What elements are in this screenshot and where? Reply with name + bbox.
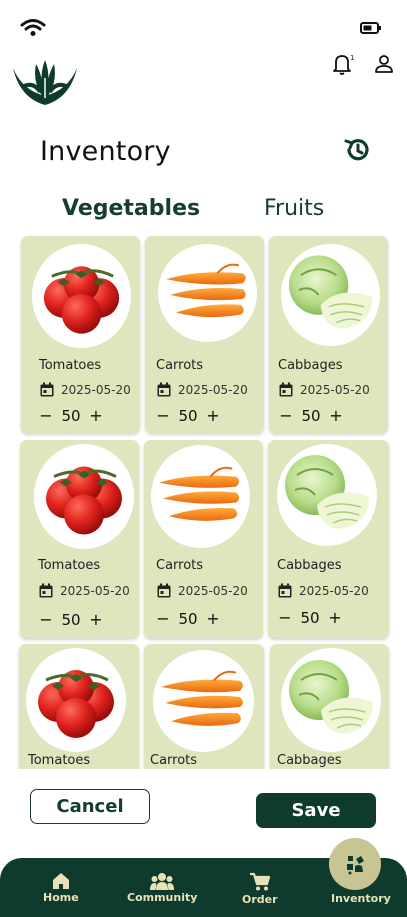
notification-count: 1 (350, 54, 355, 62)
calendar-icon (279, 382, 293, 397)
nav-label: Home (43, 891, 79, 904)
inventory-card[interactable]: Tomatoes 2025-05-20 − 50 + (21, 236, 140, 433)
tab-fruits[interactable]: Fruits (264, 196, 324, 221)
tomato-image (26, 648, 126, 752)
increment-button[interactable]: + (327, 608, 343, 627)
carrot-image (153, 650, 254, 752)
item-name: Tomatoes (39, 358, 102, 373)
calendar-icon (40, 382, 54, 397)
date-row: 2025-05-20 (156, 382, 248, 398)
increment-button[interactable]: + (328, 406, 344, 425)
date-row: 2025-05-20 (38, 583, 130, 599)
item-name: Carrots (150, 753, 198, 768)
quantity-stepper: − 50 + (277, 608, 343, 627)
carrot-image (151, 445, 250, 548)
item-date: 2025-05-20 (178, 383, 248, 397)
item-name: Tomatoes (38, 558, 101, 573)
increment-button[interactable]: + (88, 406, 104, 425)
decrement-button[interactable]: − (38, 610, 54, 629)
inventory-card[interactable]: Cabbages 2025-05-20 − 50 + (269, 236, 388, 433)
decrement-button[interactable]: − (277, 608, 293, 627)
calendar-icon (157, 583, 171, 598)
save-button[interactable]: Save (256, 793, 376, 828)
item-date: 2025-05-20 (61, 383, 131, 397)
history-icon[interactable] (343, 136, 371, 164)
quantity-value[interactable]: 50 (54, 407, 88, 425)
inventory-card[interactable]: Cabbages 2025-05-20 − 50 + (268, 440, 389, 638)
battery-icon (360, 22, 381, 34)
increment-button[interactable]: + (205, 609, 221, 628)
quantity-value[interactable]: 50 (293, 609, 327, 627)
inventory-card[interactable]: Cabbages (270, 644, 389, 769)
item-date: 2025-05-20 (60, 584, 130, 598)
quantity-value[interactable]: 50 (294, 407, 328, 425)
quantity-stepper: − 50 + (38, 610, 104, 629)
quantity-value[interactable]: 50 (171, 610, 205, 628)
tab-vegetables[interactable]: Vegetables (62, 196, 200, 221)
item-name: Cabbages (278, 358, 343, 373)
item-name: Tomatoes (28, 753, 91, 768)
nav-item-inventory[interactable] (329, 838, 381, 890)
nav-label: Order (242, 893, 278, 906)
inventory-card[interactable]: Carrots 2025-05-20 − 50 + (145, 236, 264, 433)
status-bar (0, 0, 407, 50)
cabbage-image (277, 444, 377, 546)
nav-item-community[interactable]: Community (127, 872, 197, 904)
item-name: Cabbages (277, 558, 342, 573)
date-row: 2025-05-20 (277, 583, 369, 599)
date-row: 2025-05-20 (278, 382, 370, 398)
calendar-icon (39, 583, 53, 598)
quantity-stepper: − 50 + (278, 406, 344, 425)
nav-label: Community (127, 891, 198, 904)
inventory-icon (347, 856, 364, 875)
user-icon[interactable] (373, 53, 395, 75)
wifi-icon (20, 19, 46, 36)
item-name: Carrots (156, 358, 204, 373)
inventory-card[interactable]: Carrots (144, 644, 264, 769)
calendar-icon (278, 583, 292, 598)
cancel-button[interactable]: Cancel (30, 789, 150, 824)
item-date: 2025-05-20 (178, 584, 248, 598)
decrement-button[interactable]: − (38, 406, 54, 425)
tomato-image (32, 244, 131, 348)
community-icon (150, 873, 175, 890)
quantity-stepper: − 50 + (155, 609, 221, 628)
increment-button[interactable]: + (205, 406, 221, 425)
nav-item-home[interactable]: Home (43, 872, 79, 904)
item-name: Carrots (156, 558, 204, 573)
calendar-icon (157, 382, 171, 397)
quantity-value[interactable]: 50 (54, 611, 88, 629)
quantity-stepper: − 50 + (155, 406, 221, 425)
page-title: Inventory (40, 136, 171, 167)
inventory-card[interactable]: Tomatoes (19, 644, 139, 769)
quantity-value[interactable]: 50 (171, 407, 205, 425)
inventory-card[interactable]: Carrots 2025-05-20 − 50 + (144, 440, 263, 638)
date-row: 2025-05-20 (156, 583, 248, 599)
decrement-button[interactable]: − (155, 406, 171, 425)
item-date: 2025-05-20 (299, 584, 369, 598)
item-date: 2025-05-20 (300, 383, 370, 397)
carrot-image (158, 244, 257, 342)
cabbage-image (281, 648, 381, 752)
inventory-grid: Tomatoes 2025-05-20 − 50 + Carrots 2025-… (0, 232, 407, 769)
home-icon (52, 873, 69, 889)
nav-item-order[interactable]: Order (242, 872, 278, 906)
inventory-card[interactable]: Tomatoes 2025-05-20 − 50 + (20, 440, 139, 638)
decrement-button[interactable]: − (278, 406, 294, 425)
quantity-stepper: − 50 + (38, 406, 104, 425)
nav-label-inventory: Inventory (331, 892, 391, 905)
cart-icon (249, 872, 270, 891)
app-logo (13, 60, 77, 105)
date-row: 2025-05-20 (39, 382, 131, 398)
decrement-button[interactable]: − (155, 609, 171, 628)
cabbage-image (281, 244, 380, 346)
tomato-image (34, 444, 134, 549)
increment-button[interactable]: + (88, 610, 104, 629)
item-name: Cabbages (277, 753, 342, 768)
